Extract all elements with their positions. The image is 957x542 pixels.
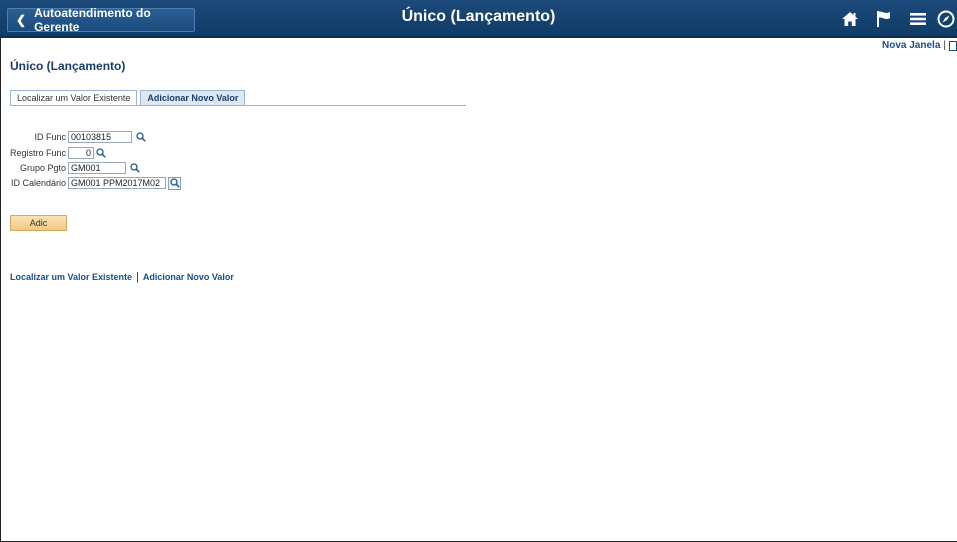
home-icon[interactable] <box>833 6 867 32</box>
back-button[interactable]: ❮ Autoatendimento do Gerente <box>7 6 195 34</box>
search-tabs: Localizar um Valor Existente Adicionar N… <box>10 90 466 106</box>
new-window-area: Nova Janela | <box>882 40 957 51</box>
chevron-left-icon: ❮ <box>16 13 27 27</box>
row-registro-func: Registro Func <box>1 146 108 160</box>
banner-icons <box>833 6 957 32</box>
flag-icon[interactable] <box>867 6 901 32</box>
add-button[interactable]: Adic <box>10 215 67 231</box>
id-func-input[interactable] <box>68 131 132 143</box>
row-id-calendario: ID Calendário <box>10 176 181 190</box>
id-calendario-input[interactable] <box>68 177 166 189</box>
id-func-label: ID Func <box>34 132 66 142</box>
id-calendario-label: ID Calendário <box>10 178 66 188</box>
link-find-existing[interactable]: Localizar um Valor Existente <box>10 272 132 282</box>
navbar-icon[interactable] <box>935 6 957 32</box>
registro-func-input[interactable] <box>68 147 94 159</box>
row-grupo-pgto: Grupo Pgto <box>10 161 142 175</box>
link-add-new[interactable]: Adicionar Novo Valor <box>143 272 234 282</box>
header-banner: ❮ Autoatendimento do Gerente Único (Lanç… <box>0 0 957 38</box>
bottom-links: Localizar um Valor Existente | Adicionar… <box>10 271 234 283</box>
tab-add-new-label: Adicionar Novo Valor <box>147 93 239 103</box>
tab-find-existing-label: Localizar um Valor Existente <box>17 93 131 103</box>
grupo-pgto-lookup-icon[interactable] <box>128 161 142 175</box>
id-calendario-lookup-icon[interactable] <box>168 176 181 190</box>
id-func-lookup-icon[interactable] <box>134 130 148 144</box>
registro-func-label: Registro Func <box>9 148 66 158</box>
page-title: Único (Lançamento) <box>10 59 126 73</box>
registro-func-lookup-icon[interactable] <box>94 146 108 160</box>
tab-find-existing[interactable]: Localizar um Valor Existente <box>10 90 138 105</box>
grupo-pgto-input[interactable] <box>68 162 126 174</box>
bottom-links-separator: | <box>136 271 139 283</box>
menu-icon[interactable] <box>901 6 935 32</box>
new-window-separator: | <box>943 40 946 51</box>
grupo-pgto-label: Grupo Pgto <box>19 163 66 173</box>
row-id-func: ID Func <box>10 130 148 144</box>
back-button-label: Autoatendimento do Gerente <box>34 6 151 34</box>
new-window-link[interactable]: Nova Janela <box>882 40 940 51</box>
tab-add-new[interactable]: Adicionar Novo Valor <box>140 90 246 105</box>
personalize-page-icon[interactable] <box>949 40 957 51</box>
